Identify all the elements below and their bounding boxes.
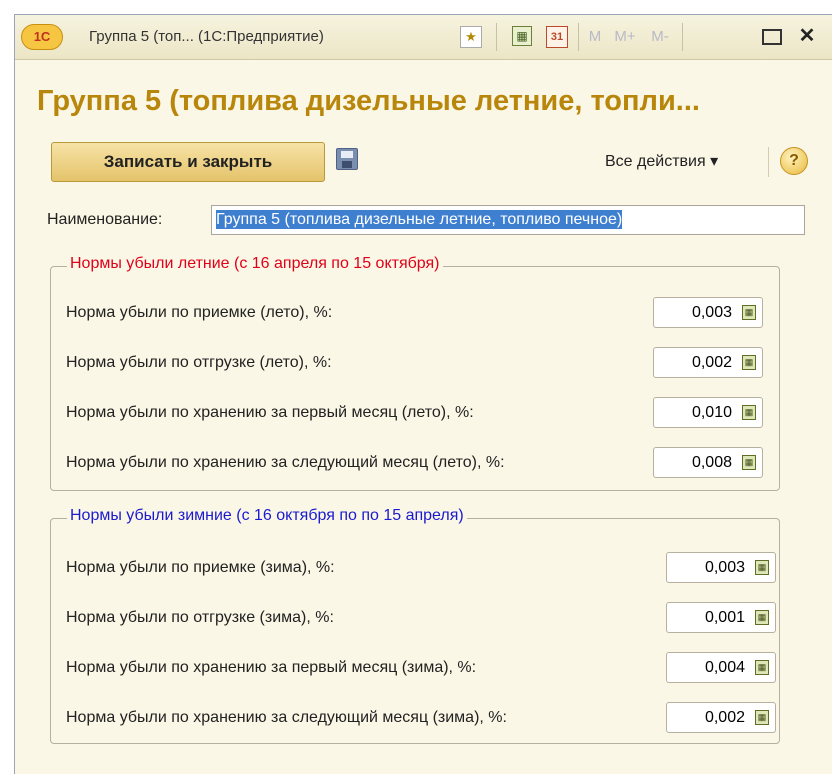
all-actions-menu[interactable]: Все действия ▾ bbox=[605, 151, 718, 171]
field-value: 0,001 bbox=[704, 609, 745, 626]
save-icon[interactable] bbox=[336, 148, 358, 170]
winter-shipment-field[interactable]: 0,001 ▦ bbox=[666, 602, 776, 633]
calculator-icon[interactable]: ▦ bbox=[742, 305, 756, 320]
winter-row-label: Норма убыли по отгрузке (зима), %: bbox=[66, 609, 334, 626]
summer-shipment-field[interactable]: 0,002 ▦ bbox=[653, 347, 763, 378]
save-and-close-button[interactable]: Записать и закрыть bbox=[51, 142, 325, 182]
calculator-icon[interactable]: ▦ bbox=[755, 710, 769, 725]
summer-storage-next-month-field[interactable]: 0,008 ▦ bbox=[653, 447, 763, 478]
field-value: 0,008 bbox=[691, 454, 732, 471]
toolbar-divider bbox=[768, 147, 769, 177]
field-value: 0,002 bbox=[691, 354, 732, 371]
toolbar-divider bbox=[496, 23, 497, 51]
calculator-icon[interactable]: ▦ bbox=[755, 560, 769, 575]
summer-storage-first-month-field[interactable]: 0,010 ▦ bbox=[653, 397, 763, 428]
winter-acceptance-field[interactable]: 0,003 ▦ bbox=[666, 552, 776, 583]
favorite-icon[interactable]: ★ bbox=[460, 26, 482, 48]
winter-storage-first-month-field[interactable]: 0,004 ▦ bbox=[666, 652, 776, 683]
winter-storage-next-month-field[interactable]: 0,002 ▦ bbox=[666, 702, 776, 733]
summer-row-label: Норма убыли по хранению за следующий мес… bbox=[66, 454, 505, 471]
form-title: Группа 5 (топлива дизельные летние, топл… bbox=[37, 85, 700, 117]
window-title: Группа 5 (топ... (1С:Предприятие) bbox=[89, 28, 324, 45]
toolbar-divider bbox=[682, 23, 683, 51]
calculator-icon[interactable]: ▦ bbox=[755, 610, 769, 625]
maximize-icon[interactable] bbox=[762, 29, 782, 45]
calculator-icon[interactable]: ▦ bbox=[512, 26, 532, 46]
toolbar-divider bbox=[578, 23, 579, 51]
summer-row-label: Норма убыли по приемке (лето), %: bbox=[66, 304, 333, 321]
name-input[interactable]: Группа 5 (топлива дизельные летние, топл… bbox=[211, 205, 805, 235]
winter-row-label: Норма убыли по хранению за первый месяц … bbox=[66, 659, 477, 676]
name-input-value: Группа 5 (топлива дизельные летние, топл… bbox=[216, 210, 623, 229]
memory-button[interactable]: M bbox=[586, 26, 604, 48]
name-label: Наименование: bbox=[47, 211, 163, 228]
summer-norms-group: Нормы убыли летние (с 16 апреля по 15 ок… bbox=[50, 255, 780, 491]
title-bar: 1С Группа 5 (топ... (1С:Предприятие) ★ ▦… bbox=[15, 15, 832, 60]
app-logo-icon[interactable]: 1С bbox=[21, 24, 63, 50]
memory-minus-button[interactable]: M- bbox=[646, 26, 674, 48]
winter-norms-legend: Нормы убыли зимние (с 16 октября по по 1… bbox=[67, 507, 467, 525]
form-window: 1С Группа 5 (топ... (1С:Предприятие) ★ ▦… bbox=[14, 14, 832, 774]
close-icon[interactable]: ✕ bbox=[795, 25, 819, 47]
summer-norms-legend: Нормы убыли летние (с 16 апреля по 15 ок… bbox=[67, 255, 443, 273]
winter-norms-group: Нормы убыли зимние (с 16 октября по по 1… bbox=[50, 507, 780, 744]
summer-row-label: Норма убыли по хранению за первый месяц … bbox=[66, 404, 474, 421]
help-icon[interactable]: ? bbox=[780, 147, 808, 175]
memory-plus-button[interactable]: M+ bbox=[611, 26, 639, 48]
winter-row-label: Норма убыли по приемке (зима), %: bbox=[66, 559, 335, 576]
winter-row-label: Норма убыли по хранению за следующий мес… bbox=[66, 709, 507, 726]
summer-acceptance-field[interactable]: 0,003 ▦ bbox=[653, 297, 763, 328]
summer-row-label: Норма убыли по отгрузке (лето), %: bbox=[66, 354, 332, 371]
calculator-icon[interactable]: ▦ bbox=[755, 660, 769, 675]
field-value: 0,002 bbox=[704, 709, 745, 726]
field-value: 0,003 bbox=[704, 559, 745, 576]
calculator-icon[interactable]: ▦ bbox=[742, 455, 756, 470]
calculator-icon[interactable]: ▦ bbox=[742, 355, 756, 370]
calculator-icon[interactable]: ▦ bbox=[742, 405, 756, 420]
field-value: 0,004 bbox=[704, 659, 745, 676]
field-value: 0,003 bbox=[691, 304, 732, 321]
field-value: 0,010 bbox=[691, 404, 732, 421]
calendar-icon[interactable]: 31 bbox=[546, 26, 568, 48]
